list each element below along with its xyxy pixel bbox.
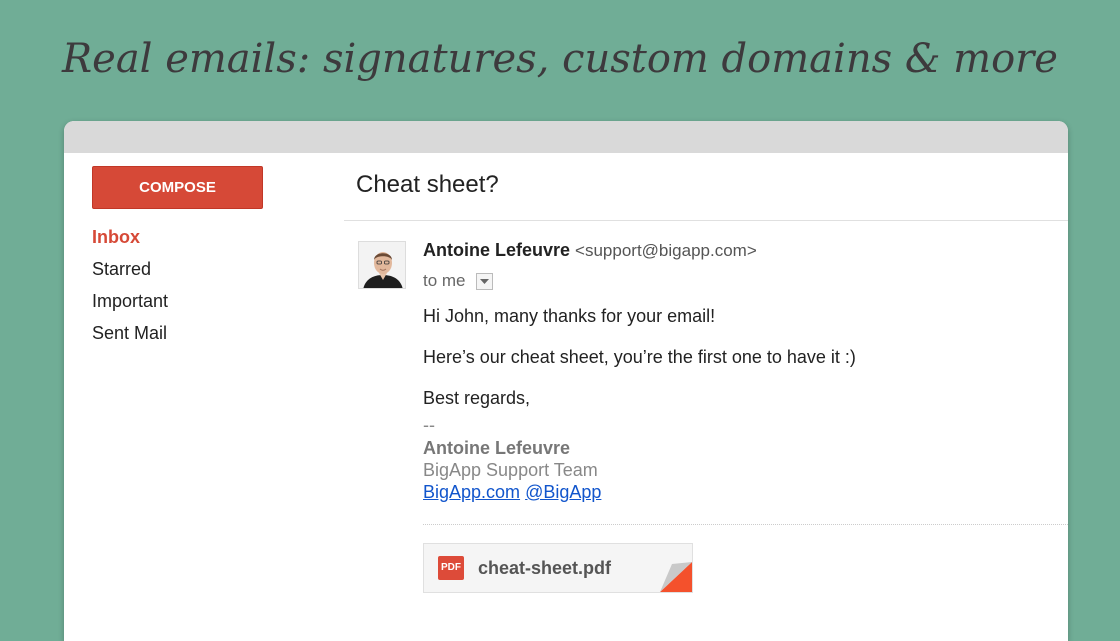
- to-label: to me: [423, 271, 466, 290]
- sidebar-item-starred[interactable]: Starred: [92, 257, 168, 289]
- signature-link-site[interactable]: BigApp.com: [423, 482, 520, 502]
- attachment-divider: [423, 524, 1068, 525]
- sender-line: Antoine Lefeuvre <support@bigapp.com>: [423, 240, 757, 261]
- sidebar-nav: Inbox Starred Important Sent Mail: [92, 225, 168, 353]
- message-subject: Cheat sheet?: [356, 171, 499, 198]
- page-fold-icon: [660, 562, 692, 592]
- signature-team: BigApp Support Team: [423, 460, 598, 480]
- signature-link-handle[interactable]: @BigApp: [525, 482, 601, 502]
- avatar-photo-icon: [359, 242, 405, 288]
- attachment-card[interactable]: PDF cheat-sheet.pdf: [423, 543, 693, 593]
- sender-email: <support@bigapp.com>: [575, 241, 757, 260]
- details-dropdown-button[interactable]: [475, 272, 493, 290]
- sidebar-item-inbox[interactable]: Inbox: [92, 225, 168, 257]
- window-titlebar: [64, 121, 1068, 153]
- body-line-1: Hi John, many thanks for your email!: [423, 306, 716, 326]
- avatar[interactable]: [358, 241, 406, 289]
- sender-name[interactable]: Antoine Lefeuvre: [423, 240, 570, 260]
- recipient-line: to me: [423, 271, 493, 291]
- signature-links: BigApp.com @BigApp: [423, 482, 601, 503]
- signature-separator: --: [423, 415, 435, 435]
- headline: Real emails: signatures, custom domains …: [62, 36, 1058, 82]
- body-line-2: Here’s our cheat sheet, you’re the first…: [423, 347, 856, 367]
- signature-name: Antoine Lefeuvre: [423, 438, 571, 458]
- body-line-3: Best regards,: [423, 388, 531, 408]
- subject-divider: [344, 220, 1068, 221]
- sidebar-item-important[interactable]: Important: [92, 289, 168, 321]
- attachment-filename: cheat-sheet.pdf: [478, 558, 612, 578]
- chevron-down-icon: [479, 278, 489, 284]
- sidebar-item-sent-mail[interactable]: Sent Mail: [92, 321, 168, 353]
- mail-window: COMPOSE Inbox Starred Important Sent Mai…: [64, 121, 1068, 641]
- pdf-icon: PDF: [438, 556, 464, 580]
- compose-button[interactable]: COMPOSE: [92, 166, 263, 209]
